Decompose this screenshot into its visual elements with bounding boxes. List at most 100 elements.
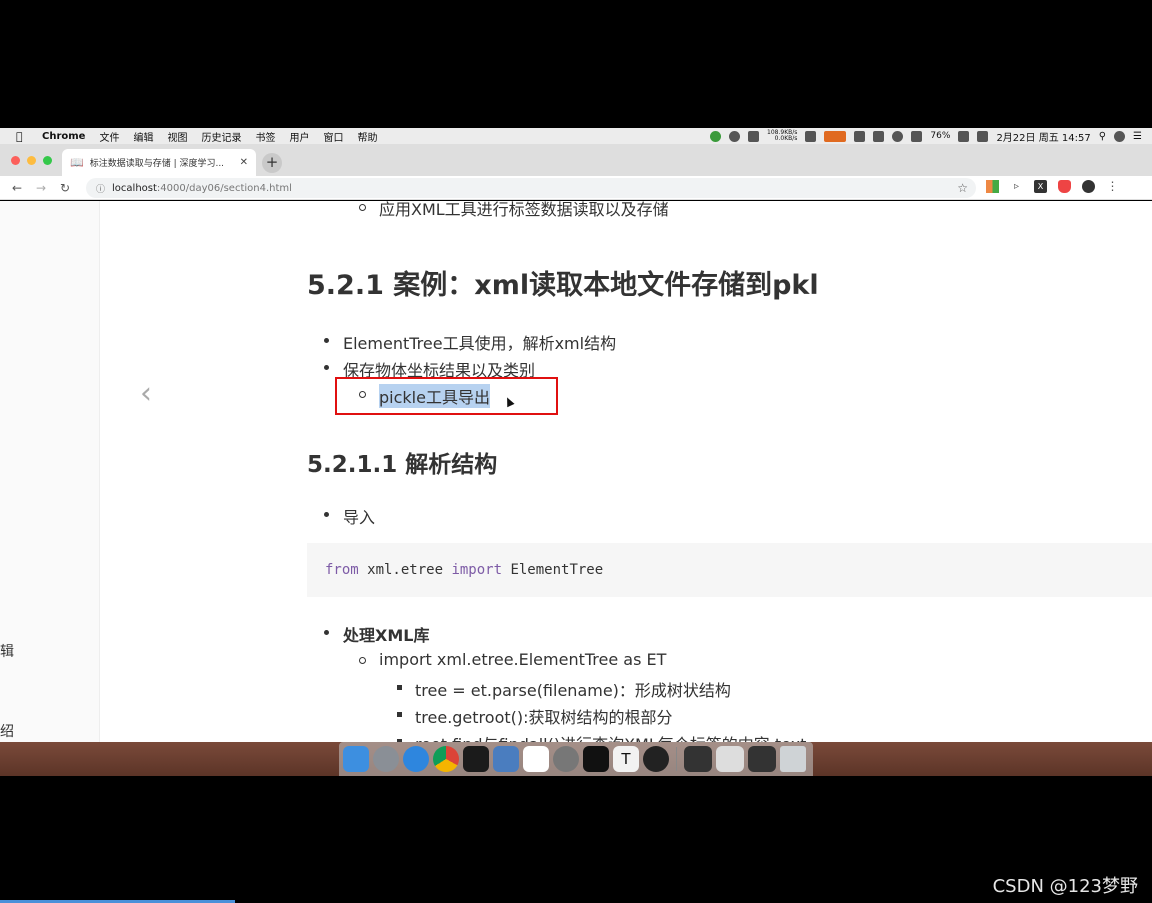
page-viewport: 辑 绍 ‹ 应用XML工具进行标签数据读取以及存储 5.2.1 案例：xml读取… (0, 201, 1152, 742)
list-item: ElementTree工具使用，解析xml结构 (343, 334, 617, 353)
annotation-box (335, 377, 558, 415)
address-bar[interactable]: ⓘ localhost :4000/day06/section4.html ☆ (86, 178, 976, 198)
url-path: :4000/day06/section4.html (156, 182, 292, 194)
list-item: tree.getroot():获取树结构的根部分 (415, 708, 673, 727)
list-item: 处理XML库 (343, 626, 430, 645)
url-host: localhost (112, 182, 157, 194)
menu-history[interactable]: 历史记录 (201, 129, 241, 144)
pycharm-icon[interactable] (463, 746, 489, 772)
extension-x-icon[interactable]: X (1034, 180, 1047, 193)
menu-dots-icon[interactable]: ⋮ (1106, 180, 1119, 193)
list-item: 应用XML工具进行标签数据读取以及存储 (379, 201, 669, 219)
code-block[interactable]: from xml.etree import ElementTree (307, 543, 1152, 597)
send-icon[interactable] (748, 130, 760, 142)
list-item: root.find与findall()进行查询XML每个标签的内容.text (415, 731, 806, 742)
minimize-window-button[interactable] (27, 156, 36, 165)
activity-graph-icon[interactable] (824, 130, 847, 142)
tab-title: 标注数据读取与存储 | 深度学习... (89, 159, 225, 169)
list-marker (359, 204, 366, 211)
dock: T (339, 742, 813, 776)
menu-edit[interactable]: 编辑 (133, 129, 153, 144)
back-arrow-icon[interactable]: ← (10, 181, 24, 195)
wifi-icon[interactable] (892, 130, 904, 142)
safari-icon[interactable] (403, 746, 429, 772)
list-item: 导入 (343, 508, 376, 527)
siri-icon[interactable] (1114, 130, 1126, 142)
sidebar-item-fragment[interactable]: 辑 (0, 641, 14, 661)
chrome-icon[interactable] (433, 746, 459, 772)
extension-shield-icon[interactable] (1058, 180, 1071, 193)
macos-menubar:  Chrome 文件 编辑 视图 历史记录 书签 用户 窗口 帮助 108.9… (0, 128, 1152, 144)
scissors-icon[interactable] (873, 130, 885, 142)
system-preferences-icon[interactable] (553, 746, 579, 772)
list-item: import xml.etree.ElementTree as ET (379, 650, 667, 669)
extension-grid-icon[interactable] (986, 180, 999, 193)
network-speed: 108.9KB/s 0.0KB/s (767, 129, 798, 142)
app-icon[interactable] (523, 746, 549, 772)
launchpad-icon[interactable] (373, 746, 399, 772)
tray-app-icon[interactable] (729, 130, 741, 142)
minimized-window-icon[interactable] (684, 746, 712, 772)
tab-strip: 📖 标注数据读取与存储 | 深度学习... ✕ + (0, 144, 1152, 176)
apple-icon[interactable]:  (16, 130, 30, 143)
obs-icon[interactable] (643, 746, 669, 772)
info-icon[interactable]: ⓘ (96, 182, 105, 195)
list-marker (324, 512, 329, 517)
clock[interactable]: 2月22日 周五 14:57 (996, 129, 1090, 144)
extensions: ▹ X ⋮ (986, 180, 1119, 193)
menu-people[interactable]: 用户 (289, 129, 309, 144)
battery-percent: 76% (930, 131, 951, 141)
volume-icon[interactable] (911, 130, 923, 142)
book-icon: 📖 (70, 156, 84, 169)
profile-avatar[interactable] (1082, 180, 1095, 193)
browser-toolbar: ← → ↻ ⓘ localhost :4000/day06/section4.h… (0, 176, 1152, 200)
new-tab-button[interactable]: + (262, 153, 282, 173)
typora-icon[interactable]: T (613, 746, 639, 772)
cpu-icon[interactable] (805, 130, 817, 142)
dock-separator (676, 747, 677, 771)
input-method-icon[interactable] (977, 130, 989, 142)
prev-page-chevron-icon[interactable]: ‹ (140, 376, 152, 411)
code-keyword: import (451, 562, 503, 578)
menu-view[interactable]: 视图 (167, 129, 187, 144)
list-marker (324, 338, 329, 343)
tab-active[interactable]: 📖 标注数据读取与存储 | 深度学习... ✕ (62, 149, 256, 176)
spotlight-search-icon[interactable]: ⚲ (1099, 131, 1106, 142)
trash-icon[interactable] (780, 746, 806, 772)
menu-help[interactable]: 帮助 (357, 129, 377, 144)
docker-icon[interactable] (854, 130, 866, 142)
keynote-icon[interactable] (493, 746, 519, 772)
close-window-button[interactable] (11, 156, 20, 165)
menu-window[interactable]: 窗口 (323, 129, 343, 144)
list-marker (324, 630, 329, 635)
menu-file[interactable]: 文件 (99, 129, 119, 144)
reload-icon[interactable]: ↻ (58, 181, 72, 195)
extension-cursor-icon[interactable]: ▹ (1010, 180, 1023, 193)
code-text: xml.etree (358, 562, 452, 578)
sidebar-nav: 辑 绍 (0, 201, 100, 742)
minimized-window-icon[interactable] (748, 746, 776, 772)
menu-bookmarks[interactable]: 书签 (255, 129, 275, 144)
close-icon[interactable]: ✕ (240, 157, 248, 168)
status-tray: 108.9KB/s 0.0KB/s 76% 2月22日 周五 14:57 ⚲ ☰ (710, 128, 1142, 144)
section-heading: 5.2.1.1 解析结构 (307, 452, 498, 478)
menu-app-name[interactable]: Chrome (42, 131, 85, 142)
page-title: 5.2.1 案例：xml读取本地文件存储到pkl (307, 270, 819, 301)
code-keyword: from (325, 562, 359, 578)
notification-center-icon[interactable]: ☰ (1133, 131, 1142, 142)
battery-icon[interactable] (958, 130, 970, 142)
watermark: CSDN @123梦野 (992, 876, 1138, 897)
forward-arrow-icon[interactable]: → (34, 181, 48, 195)
list-marker (324, 365, 329, 370)
finder-icon[interactable] (343, 746, 369, 772)
terminal-icon[interactable] (583, 746, 609, 772)
minimized-window-icon[interactable] (716, 746, 744, 772)
window-controls (11, 156, 52, 165)
zoom-window-button[interactable] (43, 156, 52, 165)
sidebar-item-fragment[interactable]: 绍 (0, 721, 14, 741)
list-marker (397, 712, 402, 717)
code-text: ElementTree (502, 562, 604, 578)
bookmark-star-icon[interactable]: ☆ (957, 181, 968, 195)
upload-icon[interactable] (710, 130, 722, 142)
list-marker (397, 685, 402, 690)
